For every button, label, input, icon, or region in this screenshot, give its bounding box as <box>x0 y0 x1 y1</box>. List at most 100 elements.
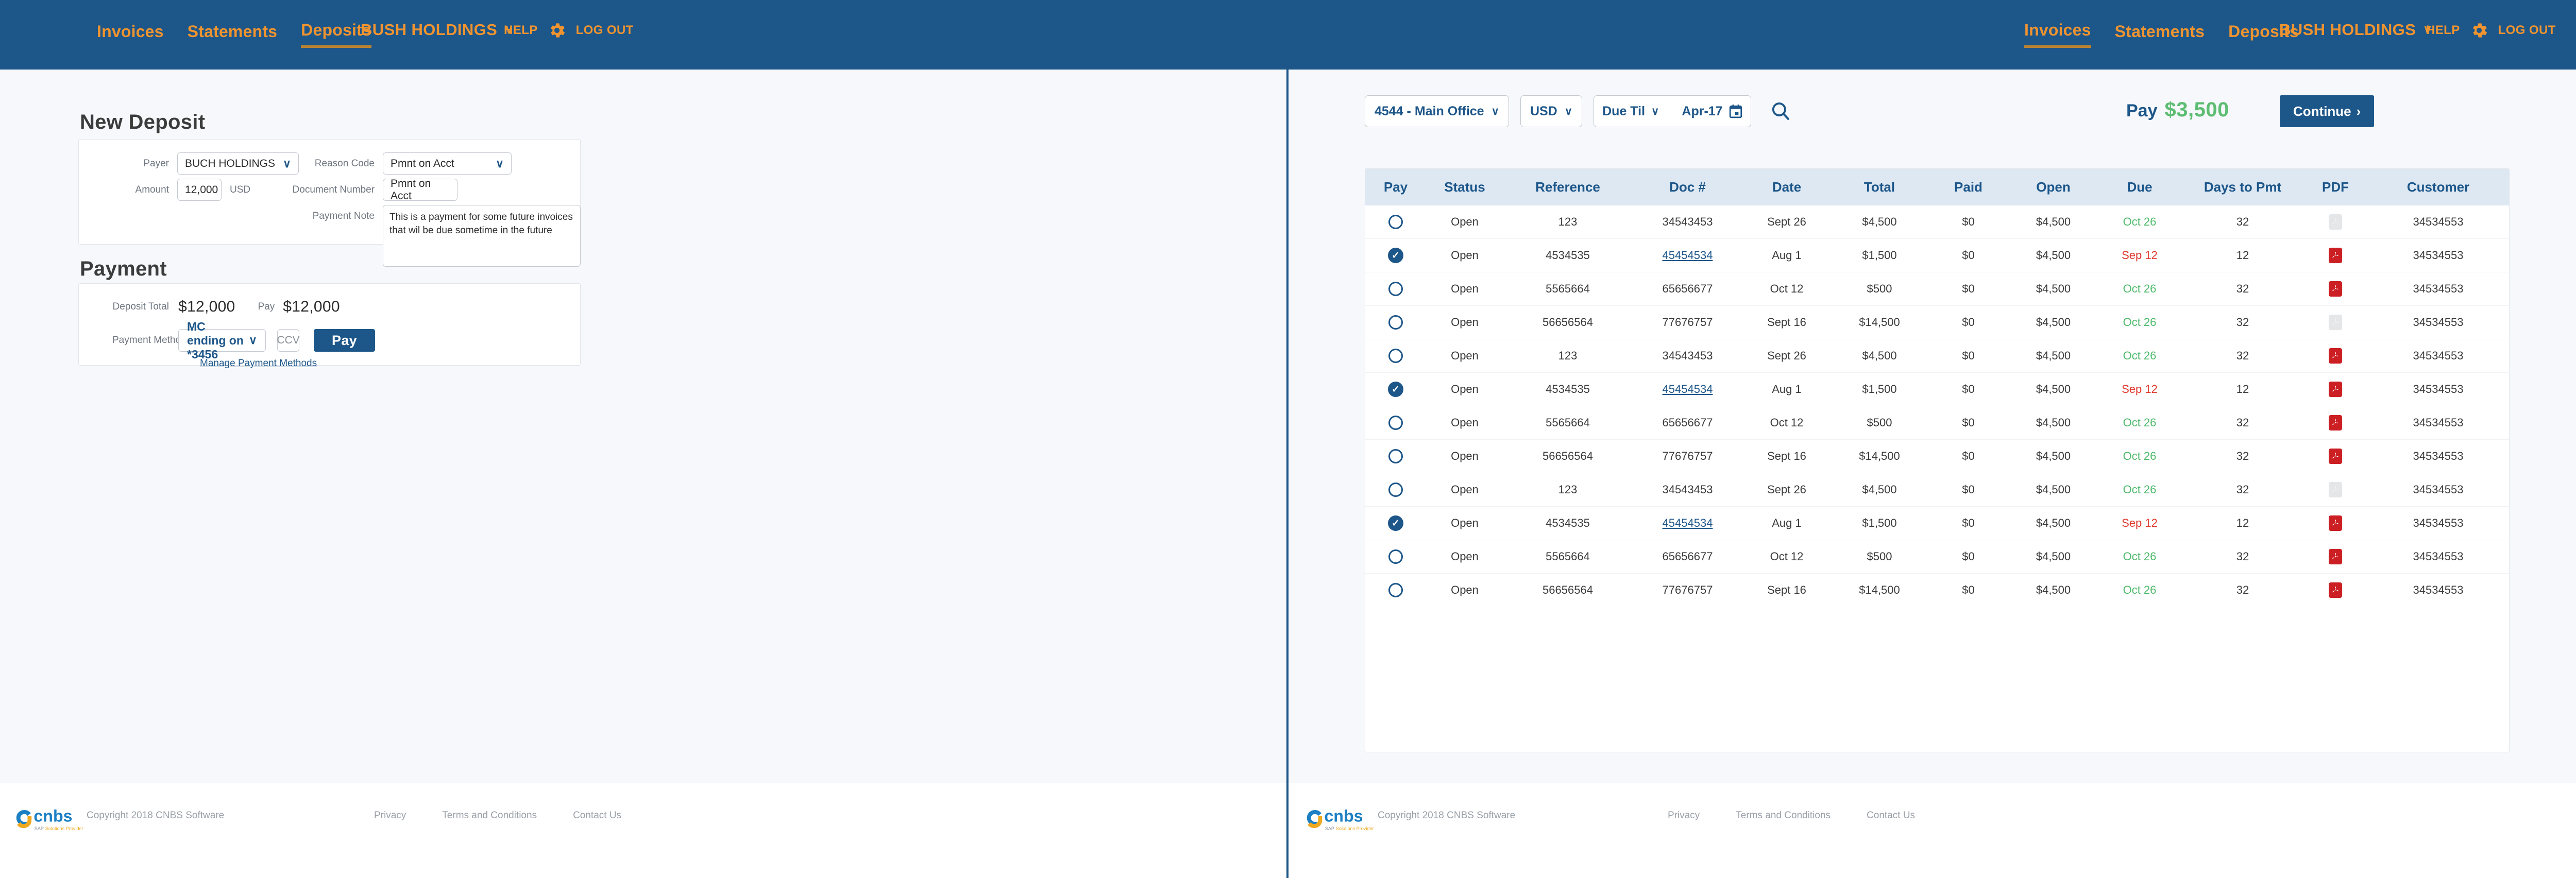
col-open[interactable]: Open <box>2008 169 2098 205</box>
table-row[interactable]: Open556566465656677Oct 12$500$0$4,500Oct… <box>1365 272 2510 306</box>
table-row[interactable]: Open5665656477676757Sept 16$14,500$0$4,5… <box>1365 440 2510 473</box>
gear-icon[interactable] <box>547 21 567 40</box>
payment-method-select[interactable]: MC ending on *3456 ∨ <box>178 329 266 352</box>
ccv-input[interactable]: CCV <box>277 329 299 352</box>
cell-pdf[interactable] <box>2304 272 2366 306</box>
cell-pdf[interactable] <box>2304 339 2366 373</box>
footer-link-privacy[interactable]: Privacy <box>1668 810 1700 821</box>
document-number-input[interactable]: Pmnt on Acct <box>383 179 457 201</box>
cell-pdf[interactable] <box>2304 406 2366 440</box>
pay-button[interactable]: Pay <box>314 329 375 352</box>
footer-link-terms[interactable]: Terms and Conditions <box>1736 810 1831 821</box>
currency-filter-select[interactable]: USD ∨ <box>1520 95 1582 127</box>
cell-pay-toggle[interactable] <box>1365 574 1426 607</box>
table-row[interactable]: Open556566465656677Oct 12$500$0$4,500Oct… <box>1365 540 2510 574</box>
pay-checkbox-unchecked[interactable] <box>1388 215 1403 229</box>
pdf-icon[interactable] <box>2329 248 2342 263</box>
pdf-icon[interactable] <box>2329 515 2342 531</box>
table-row[interactable]: ✓Open453453545454534Aug 1$1,500$0$4,500S… <box>1365 373 2510 406</box>
table-row[interactable]: Open12334543453Sept 26$4,500$0$4,500Oct … <box>1365 205 2510 239</box>
pay-checkbox-unchecked[interactable] <box>1388 449 1403 463</box>
col-pdf[interactable]: PDF <box>2304 169 2366 205</box>
nav-link-statements[interactable]: Statements <box>188 22 278 47</box>
left-company-selector[interactable]: BUSH HOLDINGS ∨ <box>361 21 514 39</box>
cell-pay-toggle[interactable] <box>1365 406 1426 440</box>
cell-pdf[interactable] <box>2304 540 2366 574</box>
col-days-to-pmt[interactable]: Days to Pmt <box>2181 169 2304 205</box>
pay-checkbox-unchecked[interactable] <box>1388 583 1403 597</box>
manage-payment-methods-link[interactable]: Manage Payment Methods <box>200 358 317 369</box>
cell-pay-toggle[interactable] <box>1365 440 1426 473</box>
footer-link-terms[interactable]: Terms and Conditions <box>442 810 537 821</box>
amount-input[interactable]: 12,000 <box>177 179 222 201</box>
cell-pay-toggle[interactable] <box>1365 339 1426 373</box>
cell-pay-toggle[interactable] <box>1365 205 1426 239</box>
pdf-icon[interactable] <box>2329 549 2342 564</box>
reason-code-select[interactable]: Pmnt on Acct ∨ <box>383 152 512 175</box>
cell-pay-toggle[interactable]: ✓ <box>1365 239 1426 272</box>
cell-pdf[interactable] <box>2304 239 2366 272</box>
cell-pdf[interactable] <box>2304 507 2366 540</box>
col-date[interactable]: Date <box>1743 169 1831 205</box>
footer-link-privacy[interactable]: Privacy <box>374 810 406 821</box>
search-icon[interactable] <box>1770 100 1791 122</box>
payment-note-textarea[interactable] <box>383 205 581 267</box>
pay-checkbox-checked[interactable]: ✓ <box>1388 515 1403 531</box>
pdf-icon[interactable] <box>2329 415 2342 431</box>
col-paid[interactable]: Paid <box>1928 169 2008 205</box>
doc-link[interactable]: 45454534 <box>1663 517 1713 529</box>
right-company-selector[interactable]: BUSH HOLDINGS ∨ <box>2279 21 2432 39</box>
cell-pay-toggle[interactable]: ✓ <box>1365 373 1426 406</box>
cell-doc[interactable]: 45454534 <box>1632 373 1743 406</box>
doc-link[interactable]: 45454534 <box>1663 383 1713 395</box>
cell-pay-toggle[interactable] <box>1365 540 1426 574</box>
cell-doc[interactable]: 45454534 <box>1632 239 1743 272</box>
table-row[interactable]: Open5665656477676757Sept 16$14,500$0$4,5… <box>1365 574 2510 607</box>
col-doc[interactable]: Doc # <box>1632 169 1743 205</box>
nav-link-statements[interactable]: Statements <box>2115 22 2205 47</box>
account-filter-select[interactable]: 4544 - Main Office ∨ <box>1365 95 1509 127</box>
cell-pdf[interactable] <box>2304 440 2366 473</box>
footer-link-contact[interactable]: Contact Us <box>1867 810 1915 821</box>
cell-pdf[interactable] <box>2304 373 2366 406</box>
pay-checkbox-checked[interactable]: ✓ <box>1388 248 1403 263</box>
table-row[interactable]: Open556566465656677Oct 12$500$0$4,500Oct… <box>1365 406 2510 440</box>
help-link[interactable]: HELP <box>504 23 538 38</box>
pdf-icon[interactable] <box>2329 582 2342 598</box>
logout-link[interactable]: LOG OUT <box>2498 23 2556 38</box>
pay-checkbox-unchecked[interactable] <box>1388 349 1403 363</box>
col-pay[interactable]: Pay <box>1365 169 1426 205</box>
cell-pay-toggle[interactable] <box>1365 306 1426 339</box>
cell-pay-toggle[interactable]: ✓ <box>1365 507 1426 540</box>
help-link[interactable]: HELP <box>2426 23 2460 38</box>
pay-checkbox-unchecked[interactable] <box>1388 315 1403 330</box>
pay-checkbox-unchecked[interactable] <box>1388 282 1403 296</box>
table-row[interactable]: Open5665656477676757Sept 16$14,500$0$4,5… <box>1365 306 2510 339</box>
pdf-icon[interactable] <box>2329 281 2342 297</box>
nav-link-invoices[interactable]: Invoices <box>97 22 164 47</box>
continue-button[interactable]: Continue › <box>2280 95 2374 127</box>
pdf-icon[interactable] <box>2329 382 2342 397</box>
pdf-icon[interactable] <box>2329 449 2342 464</box>
table-row[interactable]: ✓Open453453545454534Aug 1$1,500$0$4,500S… <box>1365 239 2510 272</box>
doc-link[interactable]: 45454534 <box>1663 249 1713 262</box>
payer-select[interactable]: BUCH HOLDINGS ∨ <box>177 152 299 175</box>
table-row[interactable]: Open12334543453Sept 26$4,500$0$4,500Oct … <box>1365 339 2510 373</box>
col-reference[interactable]: Reference <box>1503 169 1632 205</box>
logout-link[interactable]: LOG OUT <box>576 23 634 38</box>
cell-doc[interactable]: 45454534 <box>1632 507 1743 540</box>
gear-icon[interactable] <box>2469 21 2489 40</box>
col-total[interactable]: Total <box>1831 169 1928 205</box>
due-date-filter[interactable]: Due Til ∨ Apr-17 <box>1594 95 1751 127</box>
cell-pay-toggle[interactable] <box>1365 473 1426 507</box>
table-row[interactable]: ✓Open453453545454534Aug 1$1,500$0$4,500S… <box>1365 507 2510 540</box>
pay-checkbox-checked[interactable]: ✓ <box>1388 382 1403 397</box>
nav-link-invoices[interactable]: Invoices <box>2024 21 2091 48</box>
cell-pay-toggle[interactable] <box>1365 272 1426 306</box>
col-customer[interactable]: Customer <box>2366 169 2510 205</box>
pdf-icon[interactable] <box>2329 348 2342 364</box>
pay-checkbox-unchecked[interactable] <box>1388 483 1403 497</box>
col-due[interactable]: Due <box>2098 169 2181 205</box>
footer-link-contact[interactable]: Contact Us <box>573 810 621 821</box>
table-row[interactable]: Open12334543453Sept 26$4,500$0$4,500Oct … <box>1365 473 2510 507</box>
